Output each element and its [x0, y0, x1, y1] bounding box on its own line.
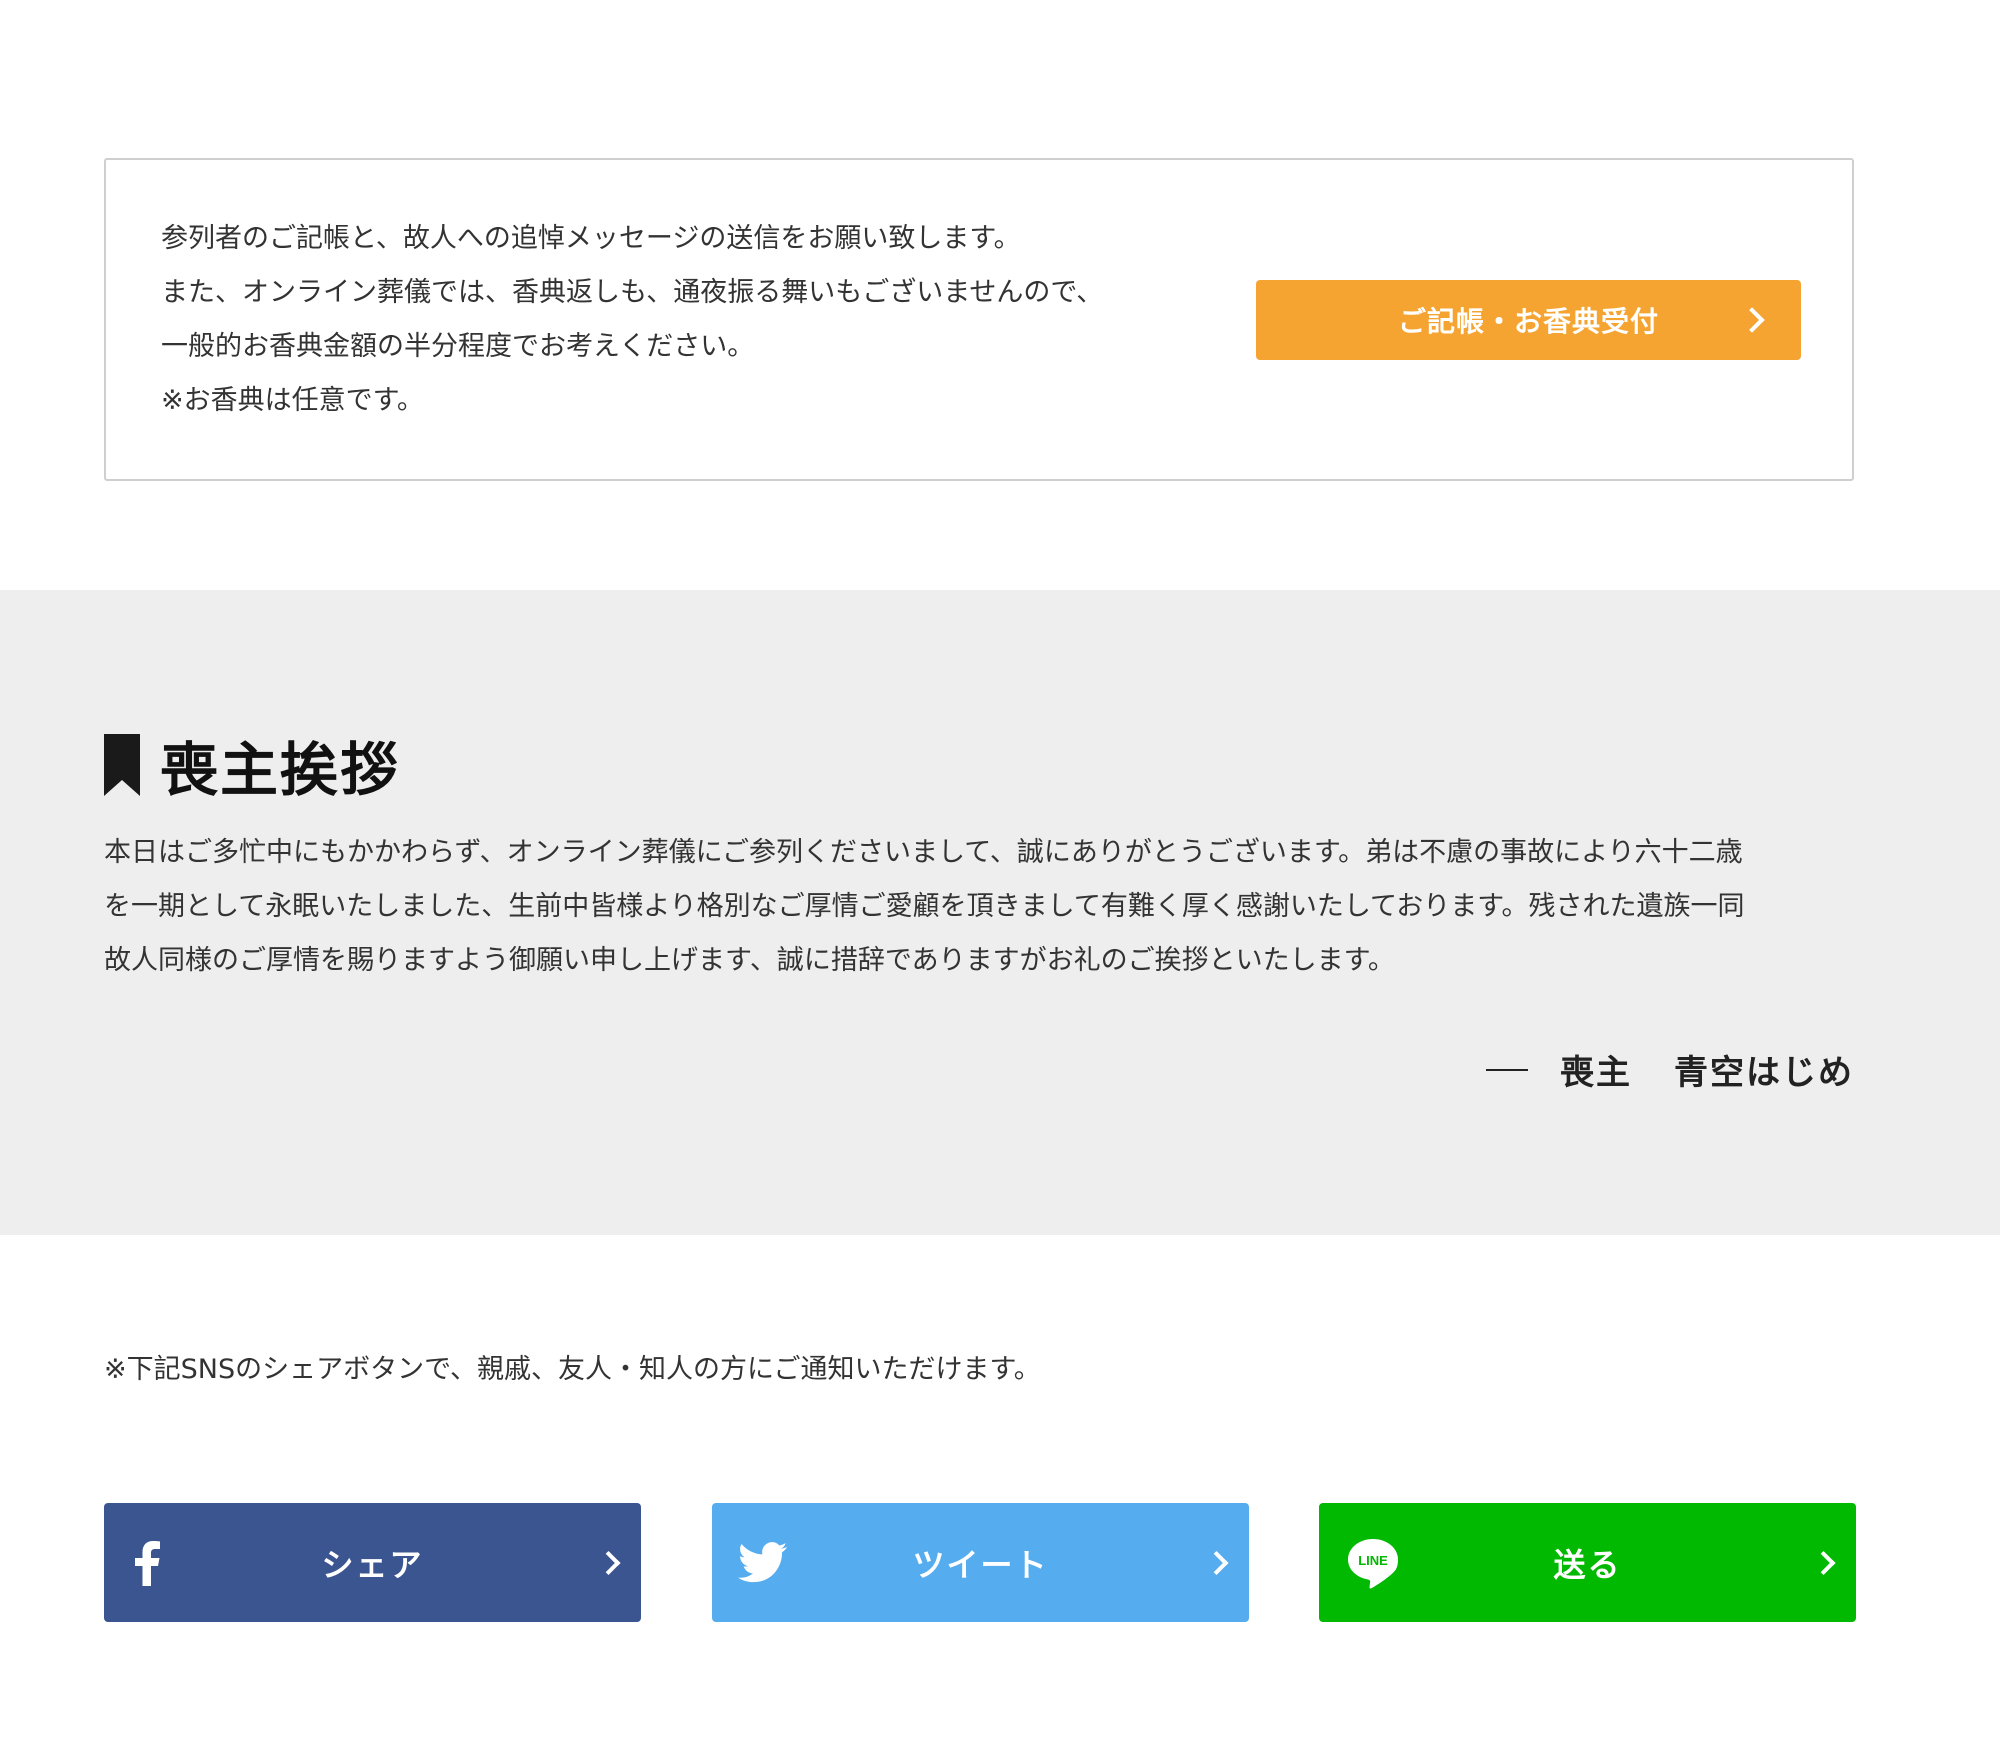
- twitter-tweet-label: ツイート: [912, 1545, 1049, 1584]
- offering-box: 参列者のご記帳と、故人への追悼メッセージの送信をお願い致します。 また、オンライ…: [104, 158, 1854, 481]
- offering-text-line: ※お香典は任意です。: [161, 385, 424, 416]
- registry-offering-button-label: ご記帳・お香典受付: [1397, 305, 1659, 338]
- registry-offering-button[interactable]: ご記帳・お香典受付: [1256, 280, 1801, 360]
- line-send-label: 送る: [1553, 1545, 1622, 1584]
- signature-name: 青空はじめ: [1674, 1053, 1854, 1093]
- greeting-title: 喪主挨拶: [160, 736, 401, 804]
- greeting-body: 本日はご多忙中にもかかわらず、オンライン葬儀にご参列くださいまして、誠にありがと…: [104, 826, 1864, 988]
- greeting-signature: 喪主 青空はじめ: [1486, 1045, 1854, 1094]
- facebook-share-button[interactable]: シェア: [104, 1503, 641, 1622]
- greeting-heading: 喪主挨拶: [104, 723, 400, 807]
- greeting-text-line: 故人同様のご厚情を賜りますよう御願い申し上げます、誠に措辞でありますがお礼のご挨…: [104, 945, 1395, 976]
- greeting-text-line: を一期として永眠いたしました、生前中皆様より格別なご厚情ご愛顧を頂きまして有難く…: [104, 891, 1745, 922]
- signature-dash: [1486, 1068, 1528, 1071]
- line-send-button[interactable]: LINE 送る: [1319, 1503, 1856, 1622]
- chevron-right-icon: [1739, 307, 1765, 333]
- greeting-text-line: 本日はご多忙中にもかかわらず、オンライン葬儀にご参列くださいまして、誠にありがと…: [104, 837, 1743, 868]
- greeting-section: 喪主挨拶 本日はご多忙中にもかかわらず、オンライン葬儀にご参列くださいまして、誠…: [0, 590, 2000, 1235]
- signature-role: 喪主: [1560, 1053, 1632, 1093]
- offering-text-line: 参列者のご記帳と、故人への追悼メッセージの送信をお願い致します。: [161, 223, 1021, 254]
- twitter-tweet-button[interactable]: ツイート: [712, 1503, 1249, 1622]
- offering-description: 参列者のご記帳と、故人への追悼メッセージの送信をお願い致します。 また、オンライ…: [161, 212, 1181, 428]
- offering-text-line: また、オンライン葬儀では、香典返しも、通夜振る舞いもございませんので、: [161, 277, 1104, 308]
- offering-text-line: 一般的お香典金額の半分程度でお考えください。: [161, 331, 755, 362]
- sns-share-note: ※下記SNSのシェアボタンで、親戚、友人・知人の方にご通知いただけます。: [104, 1354, 1041, 1385]
- facebook-share-label: シェア: [321, 1545, 424, 1584]
- bookmark-icon: [104, 734, 140, 796]
